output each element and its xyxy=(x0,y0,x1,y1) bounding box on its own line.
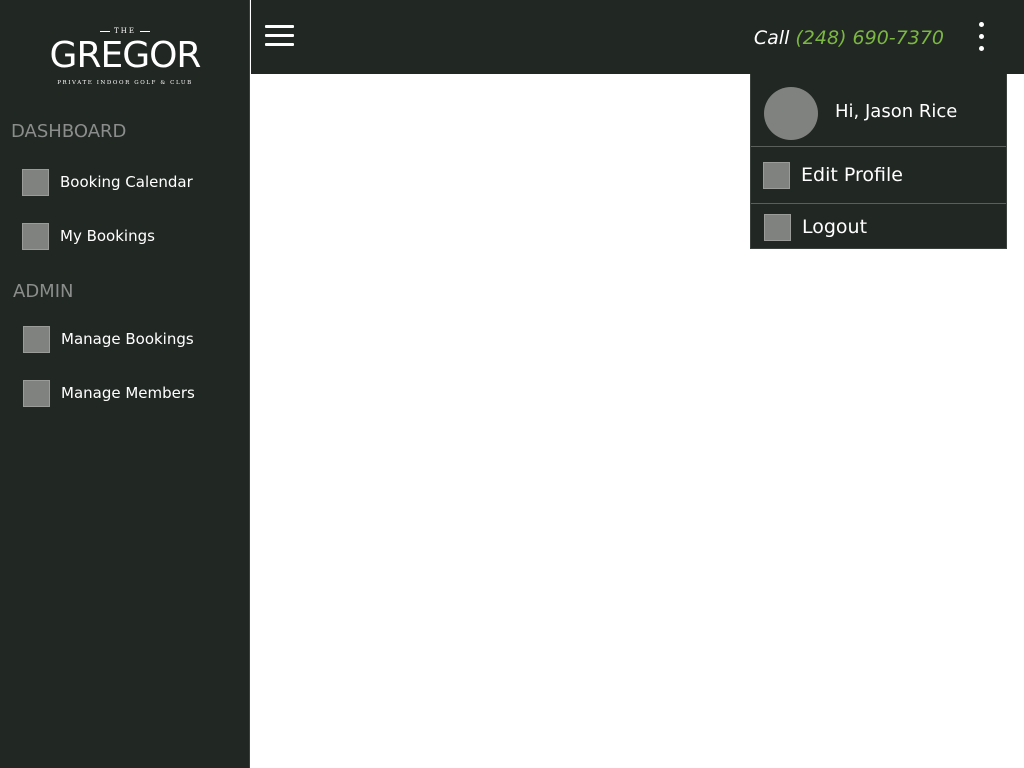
top-bar: Call (248) 690-7370 xyxy=(251,0,1024,74)
placeholder-icon xyxy=(764,213,791,241)
more-options-icon[interactable] xyxy=(972,20,992,54)
sidebar-item-manage-members[interactable]: Manage Members xyxy=(23,379,243,407)
menu-item-label: Edit Profile xyxy=(801,164,903,186)
logout-menu-item[interactable]: Logout xyxy=(751,205,1006,249)
sidebar-item-label: Manage Bookings xyxy=(61,330,194,348)
brand-logo[interactable]: THE GREGOR PRIVATE INDOOR GOLF & CLUB xyxy=(0,24,250,94)
placeholder-icon xyxy=(23,379,50,407)
sidebar-item-manage-bookings[interactable]: Manage Bookings xyxy=(23,325,243,353)
hamburger-menu-icon[interactable] xyxy=(265,25,295,49)
sidebar-item-label: My Bookings xyxy=(60,227,155,245)
user-menu-dropdown: Hi, Jason Rice Edit Profile Logout xyxy=(750,74,1007,249)
edit-profile-menu-item[interactable]: Edit Profile xyxy=(751,147,1006,204)
sidebar-item-my-bookings[interactable]: My Bookings xyxy=(22,222,242,250)
call-info: Call (248) 690-7370 xyxy=(754,27,944,49)
logo-tagline: PRIVATE INDOOR GOLF & CLUB xyxy=(57,80,193,86)
logo-name: GREGOR xyxy=(49,35,202,76)
sidebar-item-label: Manage Members xyxy=(61,384,195,402)
sidebar-item-label: Booking Calendar xyxy=(60,173,193,191)
placeholder-icon xyxy=(22,168,49,196)
placeholder-icon xyxy=(23,325,50,353)
section-title-dashboard: DASHBOARD xyxy=(11,121,127,142)
placeholder-icon xyxy=(22,222,49,250)
user-greeting: Hi, Jason Rice xyxy=(835,101,958,122)
call-prefix: Call xyxy=(753,27,790,49)
phone-link[interactable]: (248) 690-7370 xyxy=(795,27,944,49)
section-title-admin: ADMIN xyxy=(13,281,74,302)
sidebar-item-booking-calendar[interactable]: Booking Calendar xyxy=(22,168,242,196)
user-menu-header: Hi, Jason Rice xyxy=(751,74,1006,147)
menu-item-label: Logout xyxy=(802,216,868,238)
avatar xyxy=(764,87,818,140)
sidebar: THE GREGOR PRIVATE INDOOR GOLF & CLUB DA… xyxy=(0,0,250,768)
logo-the: THE xyxy=(0,27,250,35)
placeholder-icon xyxy=(763,161,790,189)
